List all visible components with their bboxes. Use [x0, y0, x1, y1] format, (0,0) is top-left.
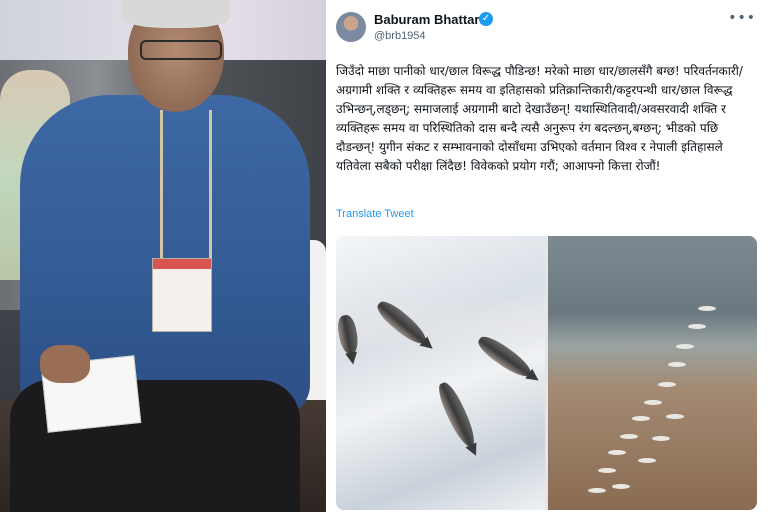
tweet-media[interactable]: [336, 236, 757, 510]
name-badge: [152, 258, 212, 332]
hand: [40, 345, 90, 383]
man-hair: [122, 0, 230, 28]
verified-badge-icon: ✓: [479, 12, 493, 26]
translate-tweet-link[interactable]: Translate Tweet: [336, 208, 414, 220]
more-icon[interactable]: •••: [728, 10, 756, 26]
author-name[interactable]: Baburam Bhattarai: [374, 12, 490, 27]
fish: [434, 379, 480, 451]
dead-fish-shore-image[interactable]: [548, 236, 757, 510]
tweet-card: Baburam Bhattarai ✓ @brb1954 ••• जिउँदो …: [326, 0, 768, 512]
avatar[interactable]: [336, 12, 366, 42]
lanyard: [160, 110, 212, 260]
tweet-text: जिउँदो माछा पानीको धार/छाल विरूद्ध पौडिन…: [336, 64, 743, 173]
author-handle[interactable]: @brb1954: [374, 30, 426, 42]
glasses: [140, 40, 222, 60]
speaker-photo: [0, 0, 326, 512]
salmon-jumping-image[interactable]: [336, 236, 545, 510]
